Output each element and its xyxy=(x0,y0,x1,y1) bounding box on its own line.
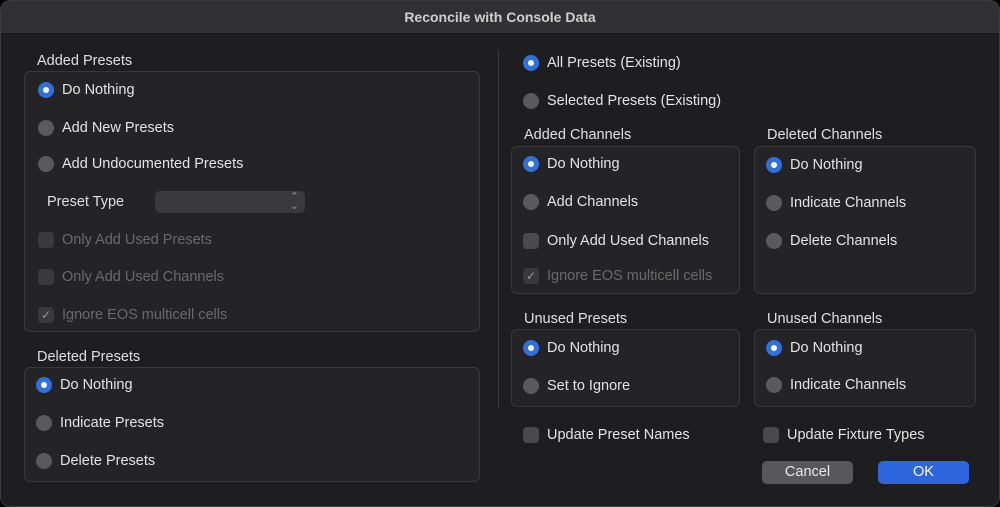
radio-icon xyxy=(38,156,54,172)
deleted-channels-label: Deleted Channels xyxy=(767,127,883,143)
only-add-used-channels-checkbox[interactable]: Only Add Used Channels xyxy=(523,232,709,250)
option-label: Set to Ignore xyxy=(547,378,631,394)
radio-selected-icon xyxy=(523,156,539,172)
add-undocumented-presets-radio[interactable]: Add Undocumented Presets xyxy=(38,155,243,173)
vertical-divider xyxy=(498,51,499,408)
ok-button[interactable]: OK xyxy=(878,461,969,484)
checkbox-icon xyxy=(523,233,539,249)
checkbox-icon xyxy=(523,427,539,443)
option-label: Delete Presets xyxy=(60,453,156,469)
preset-type-select[interactable]: ⌃ ⌄ xyxy=(155,191,305,213)
update-preset-names-checkbox[interactable]: Update Preset Names xyxy=(523,426,690,444)
option-label: Do Nothing xyxy=(547,340,620,356)
option-label: Update Fixture Types xyxy=(787,427,925,443)
option-label: Delete Channels xyxy=(790,233,898,249)
option-label: All Presets (Existing) xyxy=(547,55,681,71)
option-label: Do Nothing xyxy=(547,156,620,172)
reconcile-dialog: Reconcile with Console Data Added Preset… xyxy=(0,0,1000,507)
option-label: Indicate Channels xyxy=(790,377,907,393)
checkmark-icon: ✓ xyxy=(523,268,539,284)
added-presets-do-nothing-radio[interactable]: Do Nothing xyxy=(38,81,135,99)
unused-indicate-channels-radio[interactable]: Indicate Channels xyxy=(766,376,906,394)
option-label: Indicate Channels xyxy=(790,195,907,211)
only-add-used-channels-checkbox[interactable]: Only Add Used Channels xyxy=(38,268,224,286)
radio-icon xyxy=(766,233,782,249)
option-label: Do Nothing xyxy=(790,157,863,173)
radio-selected-icon xyxy=(36,377,52,393)
deleted-presets-do-nothing-radio[interactable]: Do Nothing xyxy=(36,376,133,394)
option-label: Ignore EOS multicell cells xyxy=(547,268,713,284)
option-label: Do Nothing xyxy=(790,340,863,356)
update-fixture-types-checkbox[interactable]: Update Fixture Types xyxy=(763,426,925,444)
radio-icon xyxy=(38,120,54,136)
option-label: Update Preset Names xyxy=(547,427,690,443)
added-channels-do-nothing-radio[interactable]: Do Nothing xyxy=(523,155,620,173)
only-add-used-presets-checkbox[interactable]: Only Add Used Presets xyxy=(38,231,212,249)
add-channels-radio[interactable]: Add Channels xyxy=(523,193,638,211)
radio-icon xyxy=(523,194,539,210)
radio-selected-icon xyxy=(766,157,782,173)
radio-icon xyxy=(36,453,52,469)
radio-selected-icon xyxy=(766,340,782,356)
checkmark-icon: ✓ xyxy=(38,307,54,323)
radio-icon xyxy=(766,195,782,211)
deleted-presets-label: Deleted Presets xyxy=(37,349,141,365)
added-channels-label: Added Channels xyxy=(524,127,632,143)
checkbox-icon xyxy=(38,269,54,285)
option-label: Only Add Used Channels xyxy=(547,233,710,249)
indicate-channels-radio[interactable]: Indicate Channels xyxy=(766,194,906,212)
option-label: Selected Presets (Existing) xyxy=(547,93,722,109)
option-label: Add Undocumented Presets xyxy=(62,156,244,172)
deleted-channels-do-nothing-radio[interactable]: Do Nothing xyxy=(766,156,863,174)
add-new-presets-radio[interactable]: Add New Presets xyxy=(38,119,174,137)
checkbox-icon xyxy=(38,232,54,248)
indicate-presets-radio[interactable]: Indicate Presets xyxy=(36,414,164,432)
delete-channels-radio[interactable]: Delete Channels xyxy=(766,232,897,250)
option-label: Ignore EOS multicell cells xyxy=(62,307,228,323)
option-label: Indicate Presets xyxy=(60,415,164,431)
unused-channels-do-nothing-radio[interactable]: Do Nothing xyxy=(766,339,863,357)
option-label: Add New Presets xyxy=(62,120,175,136)
option-label: Only Add Used Channels xyxy=(62,269,225,285)
option-label: Only Add Used Presets xyxy=(62,232,212,248)
unused-presets-do-nothing-radio[interactable]: Do Nothing xyxy=(523,339,620,357)
ignore-eos-multicell-checkbox[interactable]: ✓ Ignore EOS multicell cells xyxy=(38,306,227,324)
option-label: Do Nothing xyxy=(62,82,135,98)
radio-icon xyxy=(36,415,52,431)
option-label: Do Nothing xyxy=(60,377,133,393)
radio-selected-icon xyxy=(38,82,54,98)
channels-ignore-eos-multicell-checkbox[interactable]: ✓ Ignore EOS multicell cells xyxy=(523,267,712,285)
preset-type-label: Preset Type xyxy=(47,194,125,210)
set-to-ignore-radio[interactable]: Set to Ignore xyxy=(523,377,630,395)
radio-icon xyxy=(523,93,539,109)
radio-icon xyxy=(766,377,782,393)
radio-selected-icon xyxy=(523,340,539,356)
radio-icon xyxy=(523,378,539,394)
delete-presets-radio[interactable]: Delete Presets xyxy=(36,452,155,470)
cancel-button[interactable]: Cancel xyxy=(762,461,853,484)
chevron-up-down-icon: ⌃ ⌄ xyxy=(289,191,299,212)
radio-selected-icon xyxy=(523,55,539,71)
added-presets-label: Added Presets xyxy=(37,53,133,69)
checkbox-icon xyxy=(763,427,779,443)
unused-channels-label: Unused Channels xyxy=(767,311,883,327)
unused-presets-label: Unused Presets xyxy=(524,311,628,327)
all-presets-radio[interactable]: All Presets (Existing) xyxy=(523,54,681,72)
option-label: Add Channels xyxy=(547,194,639,210)
dialog-title: Reconcile with Console Data xyxy=(1,1,999,34)
selected-presets-radio[interactable]: Selected Presets (Existing) xyxy=(523,92,721,110)
